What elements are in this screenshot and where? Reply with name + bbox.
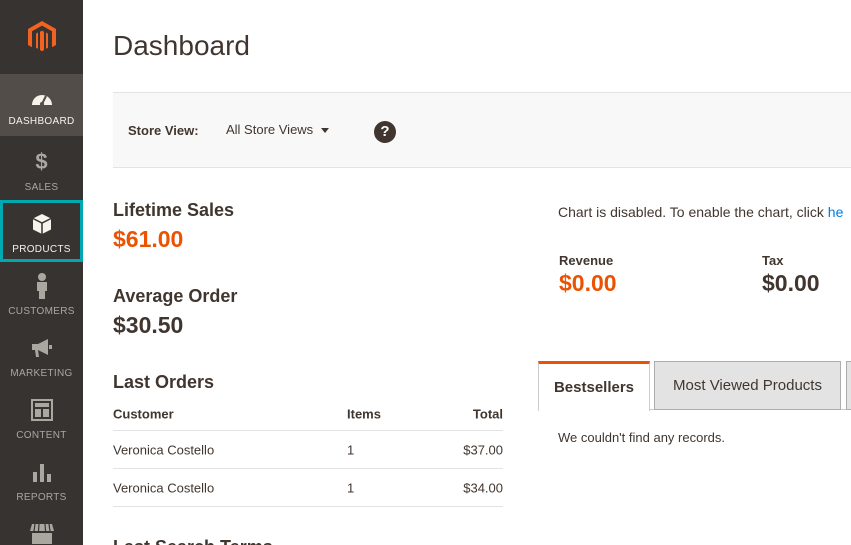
- sidebar-item-label: CONTENT: [16, 430, 67, 441]
- sidebar-item-dashboard[interactable]: DASHBOARD: [0, 74, 83, 136]
- order-total: $37.00: [463, 442, 503, 457]
- person-icon: [0, 273, 83, 299]
- box-icon: [0, 212, 83, 236]
- average-order-value: $30.50: [113, 312, 184, 338]
- dashboard-tabs: Bestsellers Most Viewed Products: [538, 360, 851, 411]
- store-switcher-bar: Store View: All Store Views ?: [113, 92, 851, 168]
- store-view-dropdown[interactable]: All Store Views: [226, 122, 330, 137]
- tab-most-viewed-products[interactable]: Most Viewed Products: [654, 361, 841, 410]
- gauge-icon: [0, 86, 83, 110]
- page-title: Dashboard: [113, 30, 250, 61]
- bar-chart-icon: [0, 460, 83, 484]
- last-orders-title: Last Orders: [113, 372, 215, 392]
- sidebar-item-products[interactable]: PRODUCTS: [0, 200, 83, 262]
- caret-down-icon: [321, 128, 330, 134]
- store-view-value: All Store Views: [226, 122, 314, 137]
- table-row[interactable]: Veronica Costello 1 $34.00: [113, 469, 503, 507]
- sidebar-item-reports[interactable]: REPORTS: [0, 448, 83, 510]
- store-view-label: Store View:: [128, 123, 199, 138]
- order-total: $34.00: [463, 480, 503, 495]
- column-header-customer: Customer: [113, 406, 174, 421]
- tab-next[interactable]: [846, 361, 851, 410]
- sidebar-item-label: CUSTOMERS: [8, 306, 75, 317]
- sidebar-item-label: SALES: [24, 182, 59, 193]
- chart-disabled-message: Chart is disabled. To enable the chart, …: [558, 204, 843, 220]
- sidebar-item-label: MARKETING: [10, 368, 73, 379]
- store-icon: [0, 522, 83, 545]
- layout-icon: [0, 398, 83, 422]
- table-row[interactable]: Veronica Costello 1 $37.00: [113, 431, 503, 469]
- last-search-terms-title: Last Search Terms: [113, 537, 273, 545]
- order-customer: Veronica Costello: [113, 442, 215, 457]
- sidebar-item-label: DASHBOARD: [8, 116, 75, 127]
- table-header-row: Customer Items Total: [113, 397, 503, 431]
- admin-sidebar: DASHBOARD $ SALES PRODUCTS CUSTOMERS MAR…: [0, 0, 83, 545]
- tab-bestsellers[interactable]: Bestsellers: [538, 361, 650, 411]
- column-header-items: Items: [347, 406, 381, 421]
- dollar-icon: $: [35, 149, 48, 174]
- sidebar-item-label: REPORTS: [16, 492, 67, 503]
- sidebar-item-marketing[interactable]: MARKETING: [0, 324, 83, 386]
- chart-message-text: Chart is disabled. To enable the chart, …: [558, 204, 828, 220]
- empty-records-message: We couldn't find any records.: [558, 430, 725, 445]
- order-items: 1: [347, 480, 355, 495]
- sidebar-item-sales[interactable]: $ SALES: [0, 138, 83, 200]
- tax-value: $0.00: [762, 270, 820, 296]
- magento-logo[interactable]: [0, 0, 83, 74]
- sidebar-item-content[interactable]: CONTENT: [0, 386, 83, 448]
- enable-chart-link[interactable]: he: [828, 204, 844, 220]
- sidebar-item-customers[interactable]: CUSTOMERS: [0, 262, 83, 324]
- megaphone-icon: [0, 336, 83, 360]
- order-customer: Veronica Costello: [113, 480, 215, 495]
- column-header-total: Total: [472, 406, 503, 421]
- tax-label: Tax: [762, 253, 784, 268]
- sidebar-item-stores[interactable]: [0, 510, 83, 545]
- average-order-title: Average Order: [113, 286, 238, 306]
- order-items: 1: [347, 442, 355, 457]
- revenue-label: Revenue: [559, 253, 614, 268]
- lifetime-sales-title: Lifetime Sales: [113, 200, 235, 220]
- revenue-value: $0.00: [559, 270, 617, 296]
- lifetime-sales-value: $61.00: [113, 226, 184, 252]
- sidebar-item-label: PRODUCTS: [12, 244, 71, 255]
- last-orders-table: Customer Items Total Veronica Costello 1…: [113, 397, 503, 507]
- help-icon[interactable]: ?: [374, 121, 396, 143]
